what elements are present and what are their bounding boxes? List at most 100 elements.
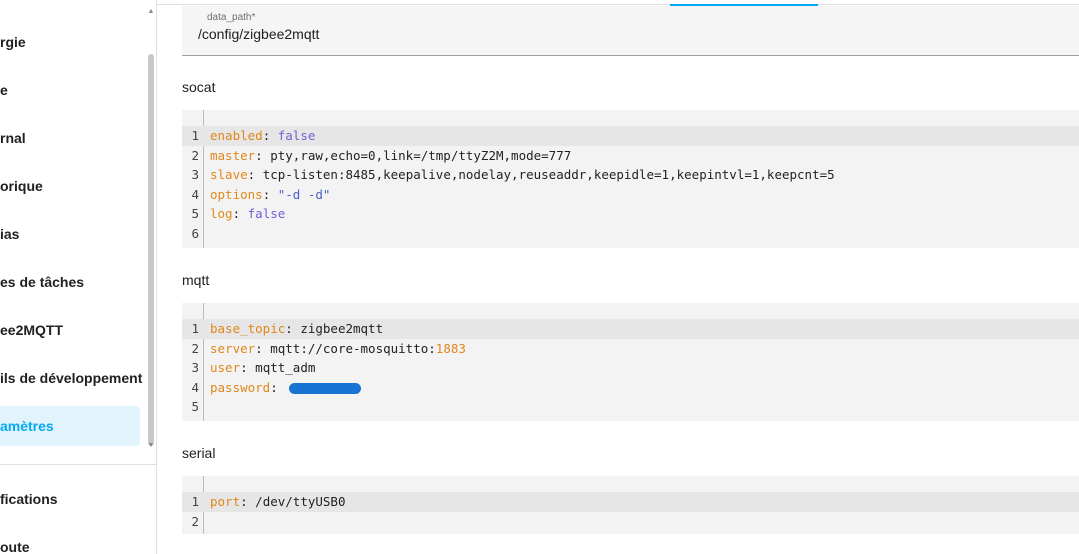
sidebar-item-historique[interactable]: orique (0, 166, 140, 206)
sidebar-item-zigbee2mqtt[interactable]: ee2MQTT (0, 310, 140, 350)
yaml-separator: : (240, 494, 256, 509)
yaml-separator: : (247, 167, 263, 183)
code-line[interactable]: 4 password: (182, 378, 1079, 398)
sidebar-item-label: rnal (0, 130, 26, 146)
line-number: 4 (191, 379, 199, 395)
yaml-separator: : (262, 186, 278, 202)
sidebar-item-outils-de-developpement[interactable]: ils de développement (0, 358, 143, 398)
line-number: 2 (191, 147, 199, 163)
yaml-separator: : (232, 206, 248, 222)
code-text: log: false (210, 204, 285, 224)
data-path-value[interactable]: /config/zigbee2mqtt (198, 26, 319, 42)
yaml-value: /dev/ttyUSB0 (255, 494, 346, 509)
sidebar-item-notifications[interactable]: fications (0, 479, 140, 519)
code-line[interactable]: 1 enabled: false (182, 126, 1079, 146)
yaml-port-number: 1883 (435, 340, 466, 356)
sidebar-item-energie[interactable]: rgie (0, 22, 140, 62)
line-number: 3 (191, 167, 199, 183)
yaml-value: pty,raw,echo=0,link=/tmp/ttyZ2M,mode=777 (270, 147, 572, 163)
sidebar-item-label: rgie (0, 34, 26, 50)
yaml-key: slave (210, 167, 248, 183)
yaml-separator: : (240, 360, 256, 376)
code-text: options: "-d -d" (210, 185, 330, 205)
code-text: password: (210, 378, 362, 398)
sidebar-item-label: oute (0, 539, 30, 554)
yaml-separator: : (255, 147, 271, 163)
code-line[interactable]: 4 options: "-d -d" (182, 185, 1079, 205)
code-editor-socat[interactable]: 1 enabled: false 2 master: pty,raw,echo=0,l… (182, 110, 1079, 248)
yaml-value: tcp-listen:8485,keepalive,nodelay,reusea… (262, 167, 835, 183)
sidebar-item-label: ias (0, 226, 20, 242)
yaml-separator: : (270, 379, 286, 395)
yaml-key: enabled (210, 128, 263, 143)
line-number: 2 (191, 340, 199, 356)
sidebar-item-journal[interactable]: rnal (0, 118, 140, 158)
code-line[interactable]: 5 log: false (182, 204, 1079, 224)
line-number: 3 (191, 360, 199, 376)
addon-config-panel: data_path* /config/zigbee2mqtt socat 1 en… (157, 0, 1079, 554)
code-line[interactable]: 2 server: mqtt://core-mosquitto:1883 (182, 339, 1079, 359)
yaml-separator: : (285, 321, 301, 336)
code-line[interactable]: 3 slave: tcp-listen:8485,keepalive,nodela… (182, 165, 1079, 185)
sidebar-item-medias[interactable]: ias (0, 214, 140, 254)
line-number: 5 (191, 399, 199, 415)
line-number: 1 (191, 321, 199, 336)
yaml-value: mqtt_adm (255, 360, 316, 376)
code-line[interactable]: 1 port: /dev/ttyUSB0 (182, 492, 1079, 512)
sidebar-scrollbar[interactable]: ▲ ▼ (146, 6, 156, 452)
code-text: server: mqtt://core-mosquitto:1883 (210, 339, 466, 359)
sidebar-item-listes-de-taches[interactable]: es de tâches (0, 262, 140, 302)
yaml-separator: : (255, 340, 271, 356)
redaction-mark (289, 382, 362, 394)
line-number: 2 (191, 513, 199, 529)
line-number: 6 (191, 226, 199, 241)
yaml-key: options (210, 186, 263, 202)
sidebar-item-label: fications (0, 491, 58, 507)
yaml-key: server (210, 340, 256, 356)
chevron-up-icon[interactable]: ▲ (146, 8, 156, 15)
yaml-key: password (210, 379, 271, 395)
code-line[interactable]: 3 user: mqtt_adm (182, 358, 1079, 378)
code-text: base_topic: zigbee2mqtt (210, 319, 383, 339)
yaml-key: base_topic (210, 321, 286, 336)
code-editor-serial[interactable]: 1 port: /dev/ttyUSB0 2 (182, 476, 1079, 534)
section-title-socat: socat (182, 79, 216, 95)
yaml-value: "-d -d" (277, 186, 331, 202)
section-title-mqtt: mqtt (182, 272, 210, 288)
sidebar-item-label: amètres (0, 418, 54, 434)
yaml-separator: : (262, 128, 278, 143)
yaml-value: mqtt://core-mosquitto: (270, 340, 436, 356)
yaml-value: false (247, 206, 286, 222)
line-number: 1 (191, 128, 199, 143)
sidebar-item-label: e (0, 82, 8, 98)
sidebar-item-label: ils de développement (0, 370, 143, 386)
code-text: master: pty,raw,echo=0,link=/tmp/ttyZ2M,… (210, 146, 571, 166)
code-text: slave: tcp-listen:8485,keepalive,nodelay… (210, 165, 835, 185)
sidebar-item-carte[interactable]: e (0, 70, 140, 110)
code-line[interactable]: 1 base_topic: zigbee2mqtt (182, 319, 1079, 339)
yaml-key: master (210, 147, 256, 163)
data-path-field[interactable]: data_path* /config/zigbee2mqtt (182, 6, 1079, 56)
code-text: user: mqtt_adm (210, 358, 315, 378)
yaml-value: false (277, 128, 316, 143)
yaml-value: zigbee2mqtt (300, 321, 384, 336)
sidebar-item-user[interactable]: oute (0, 527, 140, 554)
scrollbar-thumb[interactable] (148, 54, 154, 446)
sidebar-item-label: es de tâches (0, 274, 85, 290)
yaml-key: user (210, 360, 241, 376)
sidebar-item-label: orique (0, 178, 43, 194)
data-path-label: data_path* (207, 12, 256, 23)
code-text: port: /dev/ttyUSB0 (210, 492, 345, 512)
code-line[interactable]: 5 (182, 397, 1079, 417)
yaml-key: log (210, 206, 233, 222)
code-line[interactable]: 2 master: pty,raw,echo=0,link=/tmp/ttyZ2M… (182, 146, 1079, 166)
sidebar-divider (0, 464, 156, 465)
sidebar: rgie e rnal orique ias es de tâches ee2M… (0, 0, 157, 554)
sidebar-item-label: ee2MQTT (0, 322, 64, 338)
section-title-serial: serial (182, 445, 216, 461)
code-editor-mqtt[interactable]: 1 base_topic: zigbee2mqtt 2 server: mqtt://… (182, 303, 1079, 421)
code-line[interactable]: 2 (182, 512, 1079, 532)
code-line[interactable]: 6 (182, 224, 1079, 244)
sidebar-item-parametres[interactable]: amètres (0, 406, 140, 446)
chevron-down-icon[interactable]: ▼ (146, 442, 156, 449)
